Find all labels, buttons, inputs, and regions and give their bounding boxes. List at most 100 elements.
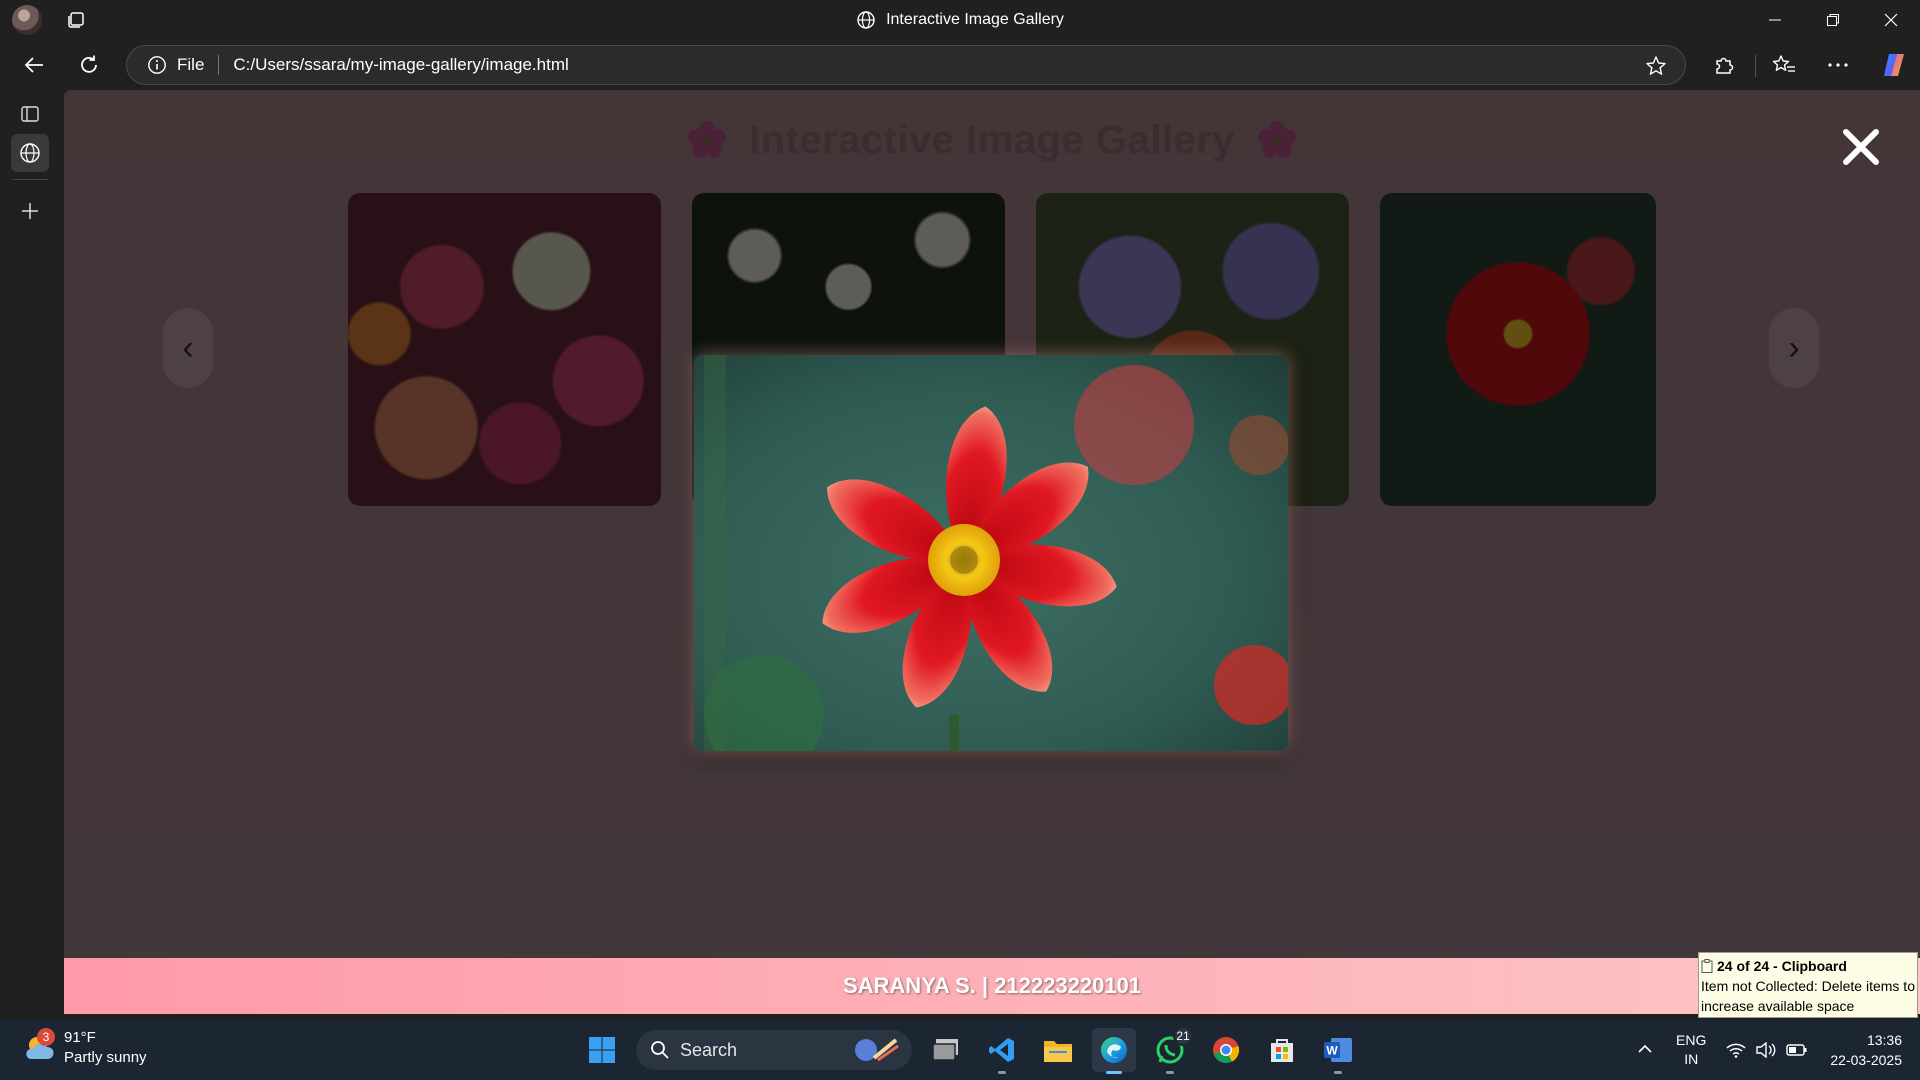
show-hidden-icons-button[interactable] [1630,1041,1660,1059]
scheme-label: File [177,55,205,74]
restore-icon [1827,14,1839,26]
footer-text: SARANYA S. | 212223220101 [842,973,1142,998]
whatsapp-unread-badge: 21 [1173,1026,1193,1046]
page-title: Interactive Image Gallery [64,118,1920,163]
search-highlight-art-icon [855,1038,899,1062]
plus-icon [22,203,38,219]
vscode-icon [989,1038,1014,1062]
page-footer: SARANYA S. | 212223220101 [64,958,1920,1014]
copilot-icon[interactable] [1880,51,1908,79]
language-code: ENG [1676,1032,1707,1048]
quick-settings-button[interactable] [1726,1042,1808,1058]
taskbar-search[interactable]: Search [636,1030,912,1070]
url-text[interactable]: C:/Users/ssara/my-image-gallery/image.ht… [233,55,568,75]
clock[interactable]: 13:36 22-03-2025 [1830,1030,1902,1070]
page-title-text: Interactive Image Gallery [748,118,1236,162]
lightbox-image[interactable] [694,355,1288,751]
vertical-tab-active[interactable] [11,134,49,172]
minimize-icon [1769,19,1781,21]
weather-description: Partly sunny [64,1049,147,1066]
chevron-up-icon [1638,1044,1652,1053]
chevron-right-icon: › [1788,328,1800,367]
globe-icon [857,11,875,29]
title-bar: Interactive Image Gallery [0,0,1920,40]
system-tray: ENG IN 13:36 22-03-2025 [1630,1020,1920,1080]
word-app[interactable]: W [1316,1028,1360,1074]
dahlia-image [694,355,1288,751]
tab-preview-button[interactable] [16,100,44,128]
gallery-page: Interactive Image Gallery ‹ › [64,90,1920,958]
clipboard-tooltip-body: Item not Collected: Delete items to incr… [1701,978,1915,1014]
running-indicator [998,1071,1006,1074]
svg-text:W: W [1326,1044,1338,1058]
task-view-button[interactable] [924,1028,968,1072]
new-tab-button[interactable] [16,197,44,225]
search-placeholder: Search [680,1039,738,1060]
start-button[interactable] [580,1028,624,1072]
back-button[interactable] [22,53,46,77]
clipboard-icon [1701,959,1713,973]
store-icon [1271,1039,1293,1062]
puzzle-icon [1716,57,1734,74]
edge-icon [1101,1037,1127,1063]
favorites-button[interactable] [1772,53,1796,77]
windows-logo-icon [589,1037,615,1063]
close-lightbox-icon[interactable] [1840,126,1882,168]
close-window-button[interactable] [1862,0,1920,40]
info-icon[interactable] [147,55,167,75]
weather-widget[interactable]: 3 91°F Partly sunny [22,1028,147,1068]
clock-time: 13:36 [1866,1032,1902,1048]
taskbar-apps: Search 21 W [580,1026,1360,1074]
volume-icon [1756,1042,1776,1058]
file-explorer-app[interactable] [1036,1028,1080,1072]
wifi-icon [1726,1043,1746,1058]
chrome-app[interactable] [1204,1028,1248,1072]
refresh-icon [81,55,97,73]
input-language-indicator[interactable]: ENG IN [1676,1031,1706,1069]
weather-alert-badge: 3 [37,1028,55,1046]
edge-app[interactable] [1092,1028,1136,1074]
address-bar[interactable]: File C:/Users/ssara/my-image-gallery/ima… [126,45,1686,85]
clock-date: 22-03-2025 [1830,1052,1902,1068]
chrome-icon [1213,1037,1240,1064]
clipboard-tooltip-title-text: 24 of 24 - Clipboard [1717,958,1847,974]
gallery-thumbnail-dahlia[interactable] [1380,193,1656,506]
whatsapp-app[interactable]: 21 [1148,1026,1193,1074]
browser-toolbar: File C:/Users/ssara/my-image-gallery/ima… [0,40,1920,90]
active-indicator [1106,1071,1122,1074]
microsoft-store-app[interactable] [1260,1028,1304,1072]
restore-button[interactable] [1804,0,1862,40]
clipboard-tooltip: 24 of 24 - Clipboard Item not Collected:… [1698,952,1918,1018]
folder-icon [1044,1041,1072,1062]
minimize-button[interactable] [1746,0,1804,40]
flower-emoji-icon [1258,120,1297,158]
favorites-list-icon [1772,55,1795,72]
weather-temperature: 91°F [64,1029,96,1046]
favorite-star-icon[interactable] [1645,55,1667,77]
chevron-left-icon: ‹ [182,328,194,367]
back-arrow-icon [24,57,43,73]
globe-icon [20,143,40,163]
extensions-button[interactable] [1712,53,1736,77]
running-indicator [1334,1071,1342,1074]
taskbar: 3 91°F Partly sunny Search 21 W ENG IN 1… [0,1020,1920,1080]
address-separator [218,55,220,75]
word-icon: W [1324,1038,1352,1062]
clipboard-tooltip-title: 24 of 24 - Clipboard [1701,956,1915,976]
weather-partly-sunny-icon: 3 [22,1028,56,1065]
flower-emoji-icon [687,120,726,158]
prev-arrow-button[interactable]: ‹ [163,308,213,388]
window-title: Interactive Image Gallery [0,0,1920,40]
next-arrow-button[interactable]: › [1769,308,1819,388]
more-options-button[interactable] [1826,53,1850,77]
ellipsis-icon [1828,63,1848,67]
vscode-app[interactable] [980,1028,1024,1074]
page-viewport: Interactive Image Gallery ‹ › SARANYA S.… [64,90,1920,1020]
refresh-button[interactable] [77,53,101,77]
running-indicator [1166,1071,1174,1074]
tab-preview-icon [21,106,39,122]
close-icon [1884,13,1898,27]
gallery-thumbnail-roses[interactable] [348,193,661,506]
task-view-icon [932,1039,958,1061]
region-code: IN [1684,1051,1699,1067]
